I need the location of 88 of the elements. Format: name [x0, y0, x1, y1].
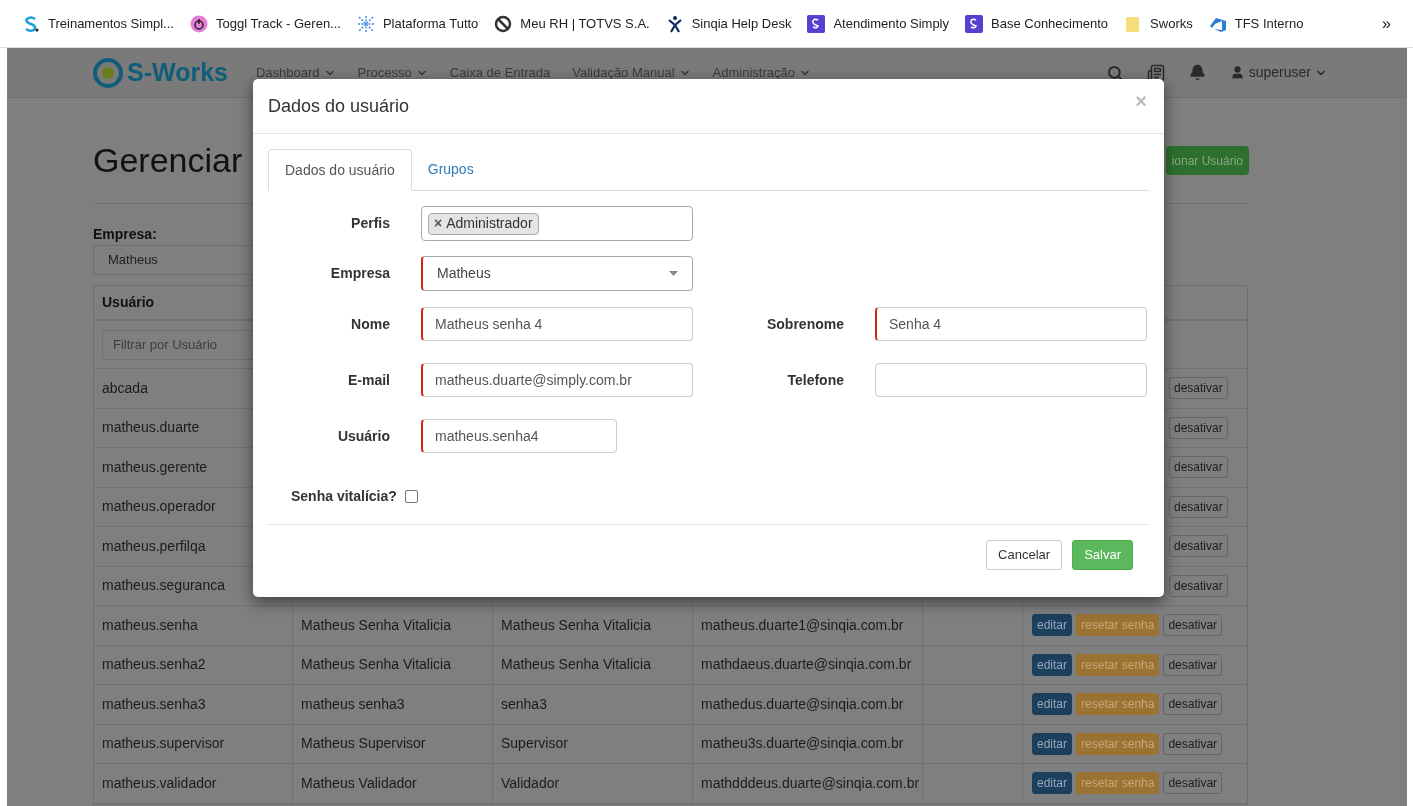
text-field[interactable]: Senha 4	[875, 307, 1147, 341]
field-label: Sobrenome	[766, 314, 844, 334]
bell-icon[interactable]	[1188, 64, 1206, 81]
table-cell-text: Validador	[501, 773, 560, 793]
text-field[interactable]: matheus.duarte@simply.com.br	[421, 363, 693, 397]
row-action-button[interactable]: desativar	[1163, 653, 1223, 676]
text-field[interactable]	[875, 363, 1147, 397]
table-cell: matheus.senha3	[94, 685, 293, 724]
bookmark[interactable]: Sinqia Help Desk	[665, 13, 792, 34]
row-action-button[interactable]: editar	[1032, 772, 1073, 795]
table-cell-text: Matheus Senha Vitalicia	[301, 615, 451, 635]
page-title: Gerenciar	[93, 140, 243, 181]
dialog-button[interactable]: Cancelar	[986, 540, 1063, 570]
field-label: E-mail	[347, 370, 390, 390]
table-cell: matheus.validador	[94, 764, 293, 803]
bookmark[interactable]: Sworks	[1124, 13, 1193, 34]
dialog-button[interactable]: Salvar	[1072, 540, 1133, 570]
network-icon	[356, 14, 375, 33]
bookmark[interactable]: Toggl Track - Geren...	[189, 13, 341, 34]
ring-icon	[494, 14, 513, 33]
bookmark[interactable]: Atendimento Simply	[807, 13, 949, 34]
table-cell-text: matheu3s.duarte@sinqia.com.br	[701, 734, 904, 754]
row-action-button[interactable]: desativar	[1169, 456, 1228, 479]
table-cell: matheus.supervisor	[94, 724, 293, 763]
tile-icon	[965, 14, 983, 33]
field-label: Nome	[350, 314, 390, 334]
table-cell: matheus.senha	[94, 606, 293, 645]
table-cell-text: Matheus Supervisor	[301, 734, 426, 754]
user-menu[interactable]: superuser	[1229, 62, 1327, 83]
table-cell-text: Matheus Senha Vitalicia	[301, 655, 451, 675]
profiles-field[interactable]: × Administrador	[421, 206, 693, 241]
search-icon[interactable]	[1106, 64, 1123, 81]
row-action-button[interactable]: desativar	[1169, 495, 1228, 518]
row-action-button[interactable]: desativar	[1169, 377, 1228, 400]
bookmark[interactable]: Base Conhecimento	[965, 13, 1109, 34]
checkbox-label: Senha vitalícia?	[291, 487, 397, 506]
table-cell-text: Matheus Senha Vitalicia	[501, 655, 651, 675]
checkbox[interactable]	[404, 490, 418, 503]
column-header: Usuário	[101, 293, 156, 312]
logo-icon	[93, 57, 123, 88]
row-action-button[interactable]: desativar	[1169, 416, 1228, 439]
tile-icon	[807, 14, 826, 33]
tab[interactable]: Dados do usuário	[268, 149, 412, 191]
bookmark[interactable]: Plataforma Tutto	[356, 13, 479, 34]
nav-menu-item[interactable]: Processo	[357, 62, 428, 83]
s-letter-icon	[22, 14, 40, 33]
username-field[interactable]: matheus.senha4	[421, 419, 617, 453]
tab[interactable]: Grupos	[411, 149, 490, 190]
row-action-button[interactable]: desativar	[1169, 535, 1228, 558]
profile-tag[interactable]: × Administrador	[428, 212, 539, 235]
table-cell-text: Matheus Senha Vitalicia	[501, 615, 651, 635]
table-cell-text: mathdaeus.duarte@sinqia.com.br	[701, 655, 912, 675]
field-label: Usuário	[336, 426, 390, 446]
nav-menu-item[interactable]: Caixa de Entrada	[449, 62, 551, 83]
more-bookmarks[interactable]: »	[1382, 11, 1391, 36]
row-action-button[interactable]: desativar	[1163, 693, 1223, 716]
table-cell-text: mathdddeus.duarte@sinqia.com.br	[701, 773, 920, 793]
row-action-button[interactable]: editar	[1032, 693, 1073, 716]
row-action-button[interactable]: editar	[1032, 653, 1073, 676]
add-user-button[interactable]: ionar Usuário	[1165, 146, 1249, 175]
bookmark[interactable]: Treinamentos Simpl...	[22, 13, 174, 34]
nav-menu-item[interactable]: Validação Manual	[572, 62, 691, 83]
nav-menu-item[interactable]: Dashboard	[255, 62, 336, 83]
company-label: Empresa:	[93, 225, 158, 244]
table-cell-text: Supervisor	[501, 734, 568, 754]
text-field[interactable]: Matheus senha 4	[421, 307, 693, 341]
table-cell-text: senha3	[501, 694, 547, 714]
row-action-button[interactable]: editar	[1032, 614, 1073, 637]
table-cell-text: matheus.duarte1@sinqia.com.br	[701, 615, 904, 635]
row-action-button[interactable]: editar	[1032, 732, 1073, 755]
table-cell-text: mathedus.duarte@sinqia.com.br	[701, 694, 904, 714]
power-icon	[189, 14, 208, 33]
caret-icon	[669, 271, 678, 276]
nav-menu-item[interactable]: Administração	[712, 62, 811, 83]
field-label: Telefone	[786, 370, 844, 390]
row-action-button[interactable]: desativar	[1163, 732, 1223, 755]
dialog-title: Dados do usuário	[268, 94, 410, 118]
bookmark[interactable]: TFS Interno	[1208, 13, 1304, 34]
table-cell-text: matheus senha3	[301, 694, 405, 714]
row-action-button[interactable]: desativar	[1169, 574, 1228, 597]
user-icon	[1229, 65, 1245, 80]
company-dropdown[interactable]: Matheus	[421, 256, 693, 291]
row-action-button[interactable]: desativar	[1163, 614, 1223, 637]
table-cell: matheus.senha2	[94, 645, 293, 684]
field-label: Perfis	[350, 214, 390, 233]
bookmark[interactable]: Meu RH | TOTVS S.A.	[494, 13, 650, 34]
table-cell-text: Matheus Validador	[301, 773, 417, 793]
row-action-button[interactable]: desativar	[1163, 772, 1223, 795]
